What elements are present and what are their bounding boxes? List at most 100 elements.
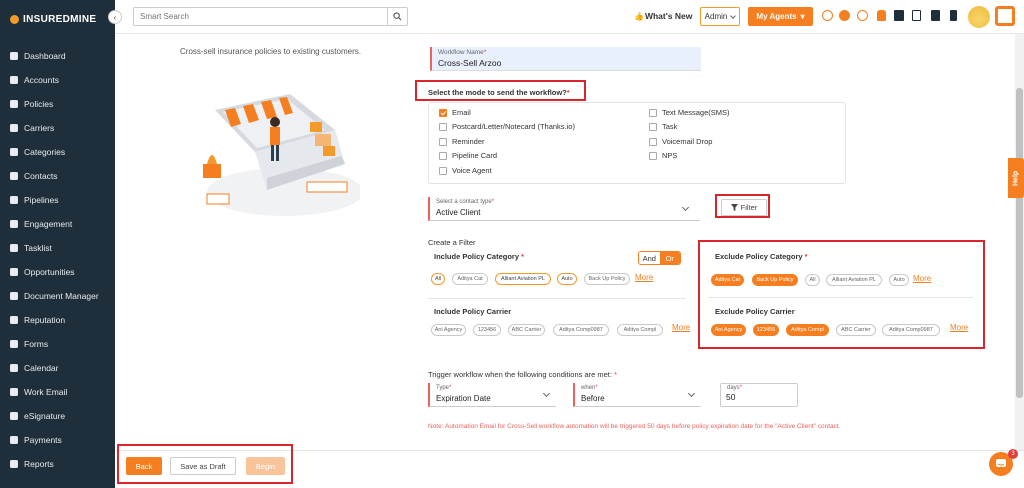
or-option[interactable]: Or (659, 252, 680, 264)
sidebar-collapse-button[interactable]: ‹ (108, 10, 122, 24)
checkbox-icon (649, 122, 657, 131)
scrollbar-thumb[interactable] (1016, 88, 1023, 398)
back-button[interactable]: Back (126, 457, 162, 475)
include-carrier-pill[interactable]: Aditya Comp0987 (553, 324, 609, 336)
sidebar-item-calendar[interactable]: Calendar (0, 356, 115, 380)
search-button[interactable] (387, 8, 407, 25)
sidebar-item-reputation[interactable]: Reputation (0, 308, 115, 332)
my-agents-button[interactable]: My Agents ▾ (748, 7, 813, 26)
include-carrier-pill[interactable]: ABC Carrier (508, 324, 545, 336)
mode-question: Select the mode to send the workflow?* (428, 88, 570, 97)
chevron-down-icon (687, 389, 696, 398)
exclude-carrier-pill-selected[interactable]: Ani Agency (711, 324, 746, 336)
trigger-conditions-text: Trigger workflow when the following cond… (428, 370, 617, 379)
workflow-name-field[interactable]: Workflow Name* Cross-Sell Arzoo (430, 47, 701, 71)
automation-note: Note: Automation Email for Cross-Sell wo… (428, 423, 841, 430)
days-input[interactable] (726, 392, 786, 402)
phone-icon[interactable] (912, 10, 921, 21)
sidebar-item-accounts[interactable]: Accounts (0, 68, 115, 92)
contact-type-select[interactable]: Select a contact type* Active Client (428, 197, 700, 221)
whats-new-link[interactable]: What's New (634, 11, 692, 21)
brand-logo[interactable]: INSUREDMINE (10, 14, 96, 25)
sidebar-item-reports[interactable]: Reports (0, 452, 115, 476)
exclude-category-pill-selected[interactable]: Back Up Policy (752, 274, 798, 286)
logo-icon (10, 15, 19, 24)
app-switcher-icon[interactable] (995, 6, 1015, 26)
trigger-when-select[interactable]: when* Before (573, 383, 701, 407)
mode-option-voicemail-drop[interactable]: Voicemail Drop (649, 137, 712, 146)
filter-button[interactable]: Filter (721, 199, 767, 216)
include-category-pill[interactable]: Alliant Aviation PL (495, 273, 551, 285)
sidebar-item-pipelines[interactable]: Pipelines (0, 188, 115, 212)
refresh-icon[interactable] (822, 10, 833, 21)
include-category-more-link[interactable]: More (635, 273, 653, 282)
storefront-illustration (203, 94, 360, 216)
sidebar-item-forms[interactable]: Forms (0, 332, 115, 356)
bell-icon[interactable] (877, 10, 886, 21)
mode-option-nps[interactable]: NPS (649, 151, 677, 160)
include-category-pill[interactable]: Aditya Cat (452, 273, 488, 285)
sidebar-item-categories[interactable]: Categories (0, 140, 115, 164)
when-value: Before (581, 394, 605, 403)
include-category-pill[interactable]: Auto (557, 273, 577, 285)
user-status-icon[interactable] (894, 10, 904, 21)
help-tab[interactable]: Help (1008, 158, 1024, 198)
include-carrier-more-link[interactable]: More (672, 323, 690, 332)
and-option[interactable]: And (639, 252, 660, 264)
sidebar-item-document-manager[interactable]: Document Manager (0, 284, 115, 308)
save-as-draft-button[interactable]: Save as Draft (170, 457, 236, 475)
sidebar-item-payments[interactable]: Payments (0, 428, 115, 452)
exclude-category-pill[interactable]: Alliant Aviation PL (826, 274, 882, 286)
exclude-carrier-pill[interactable]: ABC Carrier (836, 324, 876, 336)
contacts-icon (10, 172, 18, 180)
chip-icon[interactable] (931, 10, 940, 21)
sidebar-item-esignature[interactable]: eSignature (0, 404, 115, 428)
sidebar-item-tasklist[interactable]: Tasklist (0, 236, 115, 260)
type-value: Expiration Date (436, 394, 491, 403)
mode-option-voice-agent[interactable]: Voice Agent (439, 166, 492, 175)
exclude-category-pill[interactable]: All (805, 274, 820, 286)
required-marker: * (483, 49, 487, 56)
include-carrier-pill[interactable]: Ani Agency (431, 324, 466, 336)
mode-option-postcard[interactable]: Postcard/Letter/Notecard (Thanks.io) (439, 122, 575, 131)
dashboard-icon (10, 52, 18, 60)
policies-icon (10, 100, 18, 108)
exclude-category-more-link[interactable]: More (913, 274, 931, 283)
exclude-carrier-pill-selected[interactable]: Aditya Compl (786, 324, 829, 336)
when-label: when (581, 385, 596, 391)
trigger-type-select[interactable]: Type* Expiration Date (428, 383, 556, 407)
include-category-pill[interactable]: Back Up Policy (584, 273, 630, 285)
include-carrier-pill[interactable]: 123456 (473, 324, 501, 336)
contact-type-value: Active Client (436, 208, 481, 217)
mode-option-task[interactable]: Task (649, 122, 677, 131)
clock-icon[interactable] (857, 10, 868, 21)
sidebar-item-opportunities[interactable]: Opportunities (0, 260, 115, 284)
signature-icon (10, 412, 18, 420)
mode-option-sms[interactable]: Text Message(SMS) (649, 108, 730, 117)
add-icon[interactable] (839, 10, 850, 21)
sidebar-item-engagement[interactable]: Engagement (0, 212, 115, 236)
exclude-carrier-more-link[interactable]: More (950, 323, 968, 332)
include-category-pill[interactable]: All (431, 273, 445, 285)
mobile-icon[interactable] (950, 10, 957, 21)
exclude-carrier-pill-selected[interactable]: 123456 (753, 324, 779, 336)
mode-option-email[interactable]: Email (439, 108, 471, 117)
sidebar-item-work-email[interactable]: Work Email (0, 380, 115, 404)
sidebar-item-contacts[interactable]: Contacts (0, 164, 115, 188)
forms-icon (10, 340, 18, 348)
exclude-category-pill-selected[interactable]: Aditya Cat (711, 274, 744, 286)
sidebar-item-policies[interactable]: Policies (0, 92, 115, 116)
sidebar-item-carriers[interactable]: Carriers (0, 116, 115, 140)
checkbox-icon (439, 122, 447, 131)
admin-dropdown[interactable]: Admin (700, 7, 740, 26)
search-icon (393, 12, 402, 21)
include-carrier-pill[interactable]: Aditya Compl (617, 324, 663, 336)
exclude-carrier-pill[interactable]: Aditya Comp0987 (882, 324, 940, 336)
search-input[interactable] (134, 8, 386, 25)
begin-button[interactable]: Begin (246, 457, 285, 475)
exclude-category-pill[interactable]: Auto (889, 274, 909, 286)
mode-option-reminder[interactable]: Reminder (439, 137, 485, 146)
sidebar-item-dashboard[interactable]: Dashboard (0, 44, 115, 68)
mode-option-pipeline-card[interactable]: Pipeline Card (439, 151, 497, 160)
avatar[interactable] (968, 6, 990, 28)
